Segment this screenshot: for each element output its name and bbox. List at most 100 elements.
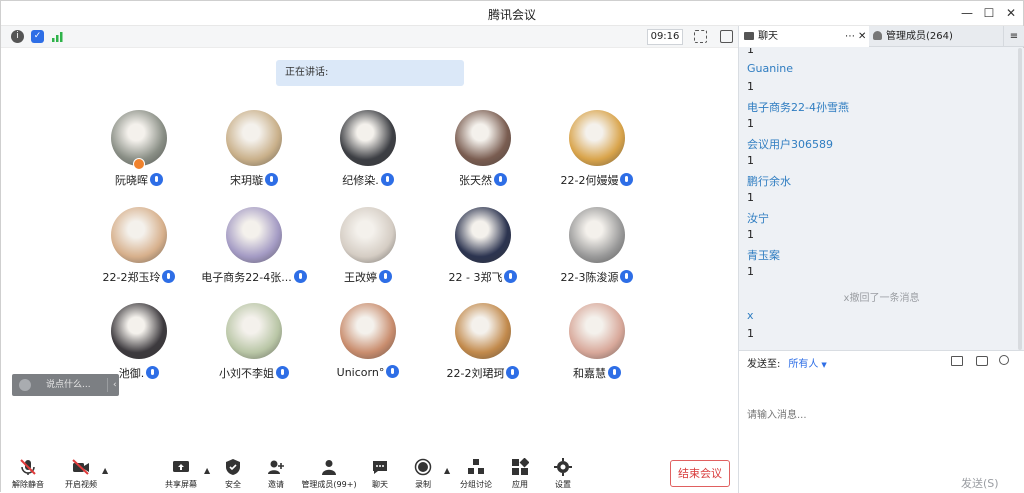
breakout-icon [468, 459, 484, 474]
members-icon [322, 460, 336, 475]
maximize-button[interactable]: ☐ [978, 4, 1000, 22]
sidebar-toggle-icon[interactable] [720, 30, 733, 43]
tab-members-label: 管理成员(264) [886, 31, 953, 42]
participant-tile[interactable]: Unicorn° [313, 303, 423, 383]
chat-sender[interactable]: 电子商务22-4孙雪燕 [747, 99, 849, 115]
system-message: x撤回了一条消息 [843, 293, 920, 304]
participant-tile[interactable]: 阮晓晖 [84, 110, 194, 190]
participant-tile[interactable]: 和嘉慧 [542, 303, 652, 383]
info-icon[interactable]: i [11, 30, 24, 43]
signal-icon[interactable] [51, 30, 64, 43]
share-screen-button[interactable]: 共享屏幕 [155, 458, 207, 490]
send-to-selector[interactable]: 发送至: 所有人 ▼ [747, 355, 827, 370]
participant-tile[interactable]: 22-2郑玉玲 [84, 207, 194, 287]
chat-sender[interactable]: 青玉案 [747, 247, 780, 263]
minimize-button[interactable]: — [956, 4, 978, 22]
avatar [455, 110, 511, 166]
tab-chat-label: 聊天 [758, 31, 778, 42]
window-title: 腾讯会议 [487, 8, 536, 22]
apps-grid-icon [512, 458, 529, 475]
mic-icon [379, 270, 392, 283]
screenshot-icon[interactable] [976, 356, 988, 366]
video-options-chevron-icon[interactable]: ▲ [102, 466, 108, 475]
send-to-chevron-icon[interactable]: ▼ [821, 361, 826, 369]
participant-name: 22-2何嫚嫚 [560, 174, 619, 187]
mention-user-icon[interactable] [999, 355, 1009, 365]
chat-sender[interactable]: 汝宁 [747, 210, 769, 226]
shield-icon[interactable]: ✓ [31, 30, 44, 43]
chat-message-text: 1 [747, 48, 754, 56]
chat-message-text: 1 [747, 117, 754, 130]
participant-name: 宋玥璇 [230, 174, 263, 187]
participant-name-row: 王改婷 [313, 269, 423, 285]
avatar [455, 303, 511, 359]
sidebar-tabs: 聊天 ⋯ ✕ 管理成员(264) ≡ [739, 26, 1024, 47]
mic-icon [608, 366, 621, 379]
video-button[interactable]: 开启视频 [55, 458, 107, 490]
mic-icon [293, 270, 307, 283]
chat-sender[interactable]: x [747, 309, 754, 322]
chat-message-input[interactable] [747, 375, 1017, 455]
quick-chat-placeholder: 说点什么... [46, 380, 91, 390]
participant-name-row: 22 - 3郑飞 [428, 269, 538, 285]
chat-sender[interactable]: Guanine [747, 62, 793, 75]
participant-name: 22-3陈浚源 [560, 271, 619, 284]
unmute-label: 解除静音 [12, 480, 44, 489]
participant-name: 电子商务22-4张... [201, 271, 292, 284]
emoji-icon[interactable] [19, 379, 31, 391]
participant-tile[interactable]: 22-2何嫚嫚 [542, 110, 652, 190]
participant-name-row: 22-2刘珺珂 [428, 365, 538, 381]
record-button[interactable]: 录制 [397, 458, 449, 490]
more-options-icon[interactable]: ⋯ [845, 26, 855, 47]
file-folder-icon[interactable] [951, 356, 963, 366]
participant-tile[interactable]: 22-3陈浚源 [542, 207, 652, 287]
participant-name: 王改婷 [344, 271, 377, 284]
participant-tile[interactable]: 22 - 3郑飞 [428, 207, 538, 287]
quick-chat-bar[interactable]: 说点什么... ‹ [12, 374, 119, 396]
mic-icon [380, 173, 394, 186]
participant-name: 张天然 [459, 174, 492, 187]
record-label: 录制 [415, 480, 431, 489]
send-button[interactable]: 发送(S) [961, 475, 999, 491]
participant-tile[interactable]: 22-2刘珺珂 [428, 303, 538, 383]
chat-message-text: 1 [747, 191, 754, 204]
avatar [455, 207, 511, 263]
end-meeting-button[interactable]: 结束会议 [670, 460, 730, 487]
avatar [569, 110, 625, 166]
title-bar: 腾讯会议 — ☐ ✕ [1, 1, 1023, 26]
meeting-top-bar: i ✓ 09:16 [1, 26, 738, 48]
participant-tile[interactable]: 纪修染. [313, 110, 423, 190]
tab-members[interactable]: 管理成员(264) [873, 26, 1003, 47]
participant-tile[interactable]: 池御. [84, 303, 194, 383]
mic-muted-icon [20, 459, 36, 475]
mic-icon [162, 270, 176, 283]
tab-chat[interactable]: 聊天 ⋯ ✕ [739, 26, 869, 47]
participant-name: 和嘉慧 [573, 367, 606, 380]
participant-name-row: 纪修染. [313, 172, 423, 188]
participant-tile[interactable]: 王改婷 [313, 207, 423, 287]
apps-label: 应用 [512, 480, 528, 489]
chat-message-text: 1 [747, 80, 754, 93]
participant-name: 22-2刘珺珂 [446, 367, 505, 380]
chat-message-list: 1 Guanine 1 电子商务22-4孙雪燕 1 会议用户306589 1 鹏行余水 1 汝宁 1… [739, 48, 1024, 350]
collapse-icon[interactable]: ‹ [107, 378, 117, 392]
close-button[interactable]: ✕ [1000, 4, 1022, 22]
avatar [340, 303, 396, 359]
manage-members-label: 管理成员(99+) [301, 480, 357, 489]
fullscreen-icon[interactable] [694, 30, 707, 43]
chat-sender[interactable]: 鹏行余水 [747, 173, 791, 189]
settings-button[interactable]: 设置 [537, 458, 589, 490]
participant-tile[interactable]: 宋玥璇 [199, 110, 309, 190]
chat-label: 聊天 [372, 480, 388, 489]
close-chat-tab-icon[interactable]: ✕ [858, 26, 866, 47]
send-to-value[interactable]: 所有人 [788, 359, 818, 370]
settings-label: 设置 [555, 480, 571, 489]
chat-sender[interactable]: 会议用户306589 [747, 136, 833, 152]
sidebar-menu-icon[interactable]: ≡ [1003, 26, 1024, 47]
participant-tile[interactable]: 张天然 [428, 110, 538, 190]
unmute-button[interactable]: 解除静音 [2, 458, 54, 490]
participant-name-row: 阮晓晖 [84, 172, 194, 188]
participant-tile[interactable]: 电子商务22-4张... [199, 207, 309, 287]
participant-tile[interactable]: 小刘不李姐 [199, 303, 309, 383]
chat-scrollbar[interactable] [1018, 48, 1022, 350]
